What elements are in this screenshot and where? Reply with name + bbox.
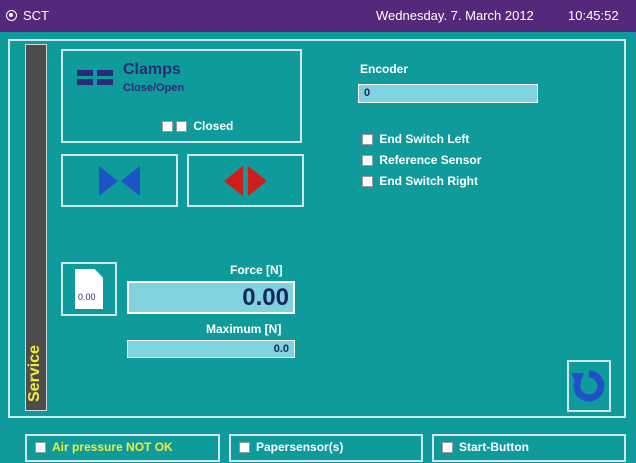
date-display: Wednesday. 7. March 2012 <box>376 8 534 23</box>
papersensor-checkbox <box>239 442 250 453</box>
undo-icon <box>571 370 605 402</box>
clamps-title: Clamps <box>123 61 181 78</box>
clamps-subtitle: Close/Open <box>123 82 185 94</box>
encoder-label: Encoder <box>360 62 409 76</box>
document-value: 0.00 <box>78 292 96 302</box>
clamps-checkbox-1[interactable] <box>162 121 173 133</box>
close-arrows-icon <box>99 166 140 196</box>
switch-reference-checkbox[interactable] <box>362 155 373 167</box>
back-button[interactable] <box>567 360 611 412</box>
max-force-label: Maximum [N] <box>206 322 282 336</box>
switch-reference-label: Reference Sensor <box>379 153 482 167</box>
start-button-status: Start-Button <box>432 434 626 462</box>
air-pressure-checkbox <box>35 442 46 453</box>
service-tab-label: Service <box>26 345 43 402</box>
clamps-icon <box>77 70 113 85</box>
clamps-status: Closed <box>162 119 233 133</box>
force-label: Force [N] <box>230 263 283 277</box>
air-pressure-label: Air pressure NOT OK <box>52 439 173 454</box>
papersensor-label: Papersensor(s) <box>256 439 344 454</box>
radio-icon <box>6 10 17 21</box>
clamps-panel: Clamps Close/Open Closed <box>61 49 302 143</box>
max-force-value: 0.0 <box>127 340 295 358</box>
clamps-checkbox-2[interactable] <box>176 121 187 133</box>
open-arrows-icon <box>224 166 267 196</box>
switch-end-right-label: End Switch Right <box>379 174 479 188</box>
switch-reference: Reference Sensor <box>362 153 481 167</box>
time-display: 10:45:52 <box>568 8 619 23</box>
switch-end-left-checkbox[interactable] <box>362 134 373 146</box>
open-clamps-button[interactable] <box>187 154 304 207</box>
switch-end-right: End Switch Right <box>362 174 478 188</box>
service-tab[interactable]: Service <box>25 44 47 411</box>
switch-end-left-label: End Switch Left <box>379 132 470 146</box>
start-button-label: Start-Button <box>459 439 529 454</box>
start-button-checkbox <box>442 442 453 453</box>
document-button[interactable]: 0.00 <box>61 262 117 316</box>
document-icon <box>75 269 103 309</box>
clamps-status-label: Closed <box>193 119 234 133</box>
air-pressure-status: Air pressure NOT OK <box>25 434 220 462</box>
switch-end-right-checkbox[interactable] <box>362 176 373 188</box>
papersensor-status: Papersensor(s) <box>229 434 423 462</box>
title-bar: SCT Wednesday. 7. March 2012 10:45:52 <box>0 0 636 32</box>
switch-end-left: End Switch Left <box>362 132 469 146</box>
force-value: 0.00 <box>127 281 295 314</box>
app-title: SCT <box>23 8 49 23</box>
encoder-value: 0 <box>358 84 538 103</box>
close-clamps-button[interactable] <box>61 154 178 207</box>
